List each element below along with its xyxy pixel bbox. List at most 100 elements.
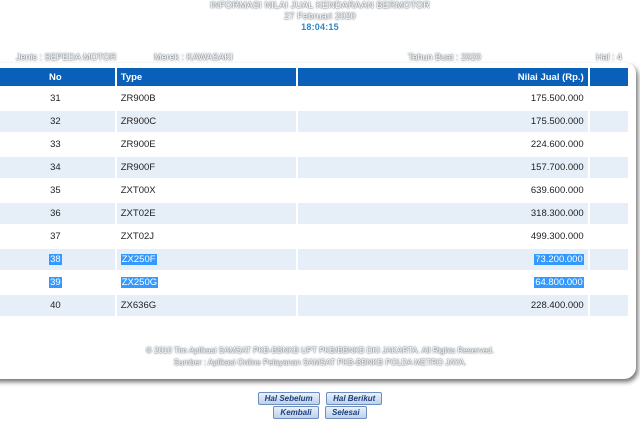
- row-type: ZX250G: [120, 277, 159, 288]
- table-row: 39 ZX250G 64.800.000: [0, 272, 628, 293]
- table-row: 31 ZR900B 175.500.000: [0, 88, 628, 109]
- vehicle-brand: Merek : KAWASAKI: [154, 52, 233, 62]
- row-number-cell: 38: [0, 249, 115, 270]
- row-number: 36: [50, 208, 61, 219]
- row-value: 175.500.000: [530, 116, 584, 127]
- row-value-cell: 157.700.000: [297, 157, 588, 178]
- finish-button[interactable]: Selesai: [325, 406, 367, 419]
- row-type-cell: ZX250F: [116, 249, 296, 270]
- row-number-cell: 36: [0, 203, 115, 224]
- row-type-cell: ZX636G: [116, 295, 296, 316]
- row-value: 318.300.000: [530, 208, 584, 219]
- column-header-value: Nilai Jual (Rp.): [297, 68, 588, 86]
- table-row: 35 ZXT00X 639.600.000: [0, 180, 628, 201]
- row-value-cell: 224.600.000: [297, 134, 588, 155]
- row-spacer-cell: [589, 226, 628, 247]
- row-value: 639.600.000: [530, 185, 584, 196]
- row-value: 499.300.000: [530, 231, 584, 242]
- page-footer: © 2010 Tim Aplikasi SAMSAT PKB-BBNKB UPT…: [0, 345, 640, 369]
- row-value-cell: 639.600.000: [297, 180, 588, 201]
- row-number-cell: 32: [0, 111, 115, 132]
- row-number: 33: [50, 139, 61, 150]
- row-type-cell: ZXT02J: [116, 226, 296, 247]
- row-type: ZXT02J: [120, 231, 155, 242]
- row-number: 38: [49, 254, 62, 265]
- page-number: Hal : 4: [596, 52, 623, 62]
- row-value: 228.400.000: [530, 300, 584, 311]
- row-number: 39: [49, 277, 62, 288]
- row-number-cell: 40: [0, 295, 115, 316]
- row-spacer-cell: [589, 295, 628, 316]
- results-panel: No Type Nilai Jual (Rp.) 31 ZR900B 175.500…: [0, 63, 636, 379]
- table-row: 32 ZR900C 175.500.000: [0, 111, 628, 132]
- vehicle-kind: Jenis : SEPEDA MOTOR: [16, 52, 117, 62]
- vehicle-value-table: No Type Nilai Jual (Rp.) 31 ZR900B 175.500…: [0, 66, 630, 318]
- table-row: 40 ZX636G 228.400.000: [0, 295, 628, 316]
- table-row: 36 ZXT02E 318.300.000: [0, 203, 628, 224]
- row-type-cell: ZR900B: [116, 88, 296, 109]
- row-value-cell: 175.500.000: [297, 88, 588, 109]
- row-number-cell: 39: [0, 272, 115, 293]
- row-spacer-cell: [589, 157, 628, 178]
- row-spacer-cell: [589, 203, 628, 224]
- row-number: 34: [50, 162, 61, 173]
- column-header-spacer: [589, 68, 628, 86]
- row-value: 175.500.000: [530, 93, 584, 104]
- row-value-cell: 73.200.000: [297, 249, 588, 270]
- row-type-cell: ZR900E: [116, 134, 296, 155]
- row-spacer-cell: [589, 272, 628, 293]
- row-spacer-cell: [589, 180, 628, 201]
- row-type: ZX250F: [120, 254, 157, 265]
- row-type: ZX636G: [120, 300, 157, 311]
- row-type: ZR900E: [120, 139, 156, 150]
- row-value-cell: 175.500.000: [297, 111, 588, 132]
- row-number: 31: [50, 93, 61, 104]
- copyright-text: © 2010 Tim Aplikasi SAMSAT PKB-BBNKB UPT…: [146, 346, 494, 355]
- row-type: ZR900B: [120, 93, 156, 104]
- row-number: 35: [50, 185, 61, 196]
- row-value: 157.700.000: [530, 162, 584, 173]
- row-number-cell: 31: [0, 88, 115, 109]
- page-header: INFORMASI NILAI JUAL KENDARAAN BERMOTOR …: [0, 0, 640, 33]
- column-header-no: No: [0, 68, 115, 86]
- row-type: ZR900F: [120, 162, 156, 173]
- table-row: 37 ZXT02J 499.300.000: [0, 226, 628, 247]
- source-text: Sumber : Aplikasi Online Pelayanan SAMSA…: [173, 358, 467, 367]
- row-number: 37: [50, 231, 61, 242]
- row-type-cell: ZR900F: [116, 157, 296, 178]
- table-row: 33 ZR900E 224.600.000: [0, 134, 628, 155]
- row-type-cell: ZXT00X: [116, 180, 296, 201]
- row-value-cell: 318.300.000: [297, 203, 588, 224]
- row-type: ZXT02E: [120, 208, 156, 219]
- row-type-cell: ZX250G: [116, 272, 296, 293]
- row-number-cell: 37: [0, 226, 115, 247]
- row-type: ZXT00X: [120, 185, 156, 196]
- row-type-cell: ZR900C: [116, 111, 296, 132]
- row-spacer-cell: [589, 249, 628, 270]
- row-type-cell: ZXT02E: [116, 203, 296, 224]
- table-row: 38 ZX250F 73.200.000: [0, 249, 628, 270]
- row-value: 224.600.000: [530, 139, 584, 150]
- table-body: 31 ZR900B 175.500.000 32 ZR900C 175.500.000 33…: [0, 88, 628, 316]
- row-number-cell: 35: [0, 180, 115, 201]
- column-header-type: Type: [116, 68, 296, 86]
- row-number: 32: [50, 116, 61, 127]
- page-title: INFORMASI NILAI JUAL KENDARAAN BERMOTOR: [210, 0, 430, 10]
- row-spacer-cell: [589, 111, 628, 132]
- navigation-buttons: Hal Sebelum Hal Berikut Kembali Selesai: [0, 388, 640, 419]
- row-value-cell: 499.300.000: [297, 226, 588, 247]
- report-date: 27 Februari 2020: [284, 11, 356, 21]
- row-number-cell: 33: [0, 134, 115, 155]
- row-number-cell: 34: [0, 157, 115, 178]
- row-number: 40: [50, 300, 61, 311]
- row-type: ZR900C: [120, 116, 157, 127]
- row-value: 73.200.000: [534, 254, 584, 265]
- row-spacer-cell: [589, 88, 628, 109]
- row-value: 64.800.000: [534, 277, 584, 288]
- row-value-cell: 64.800.000: [297, 272, 588, 293]
- table-header-row: No Type Nilai Jual (Rp.): [0, 68, 628, 86]
- table-row: 34 ZR900F 157.700.000: [0, 157, 628, 178]
- build-year: Tahun Buat : 2020: [408, 52, 482, 62]
- report-time: 18:04:15: [301, 22, 339, 32]
- back-button[interactable]: Kembali: [273, 406, 319, 419]
